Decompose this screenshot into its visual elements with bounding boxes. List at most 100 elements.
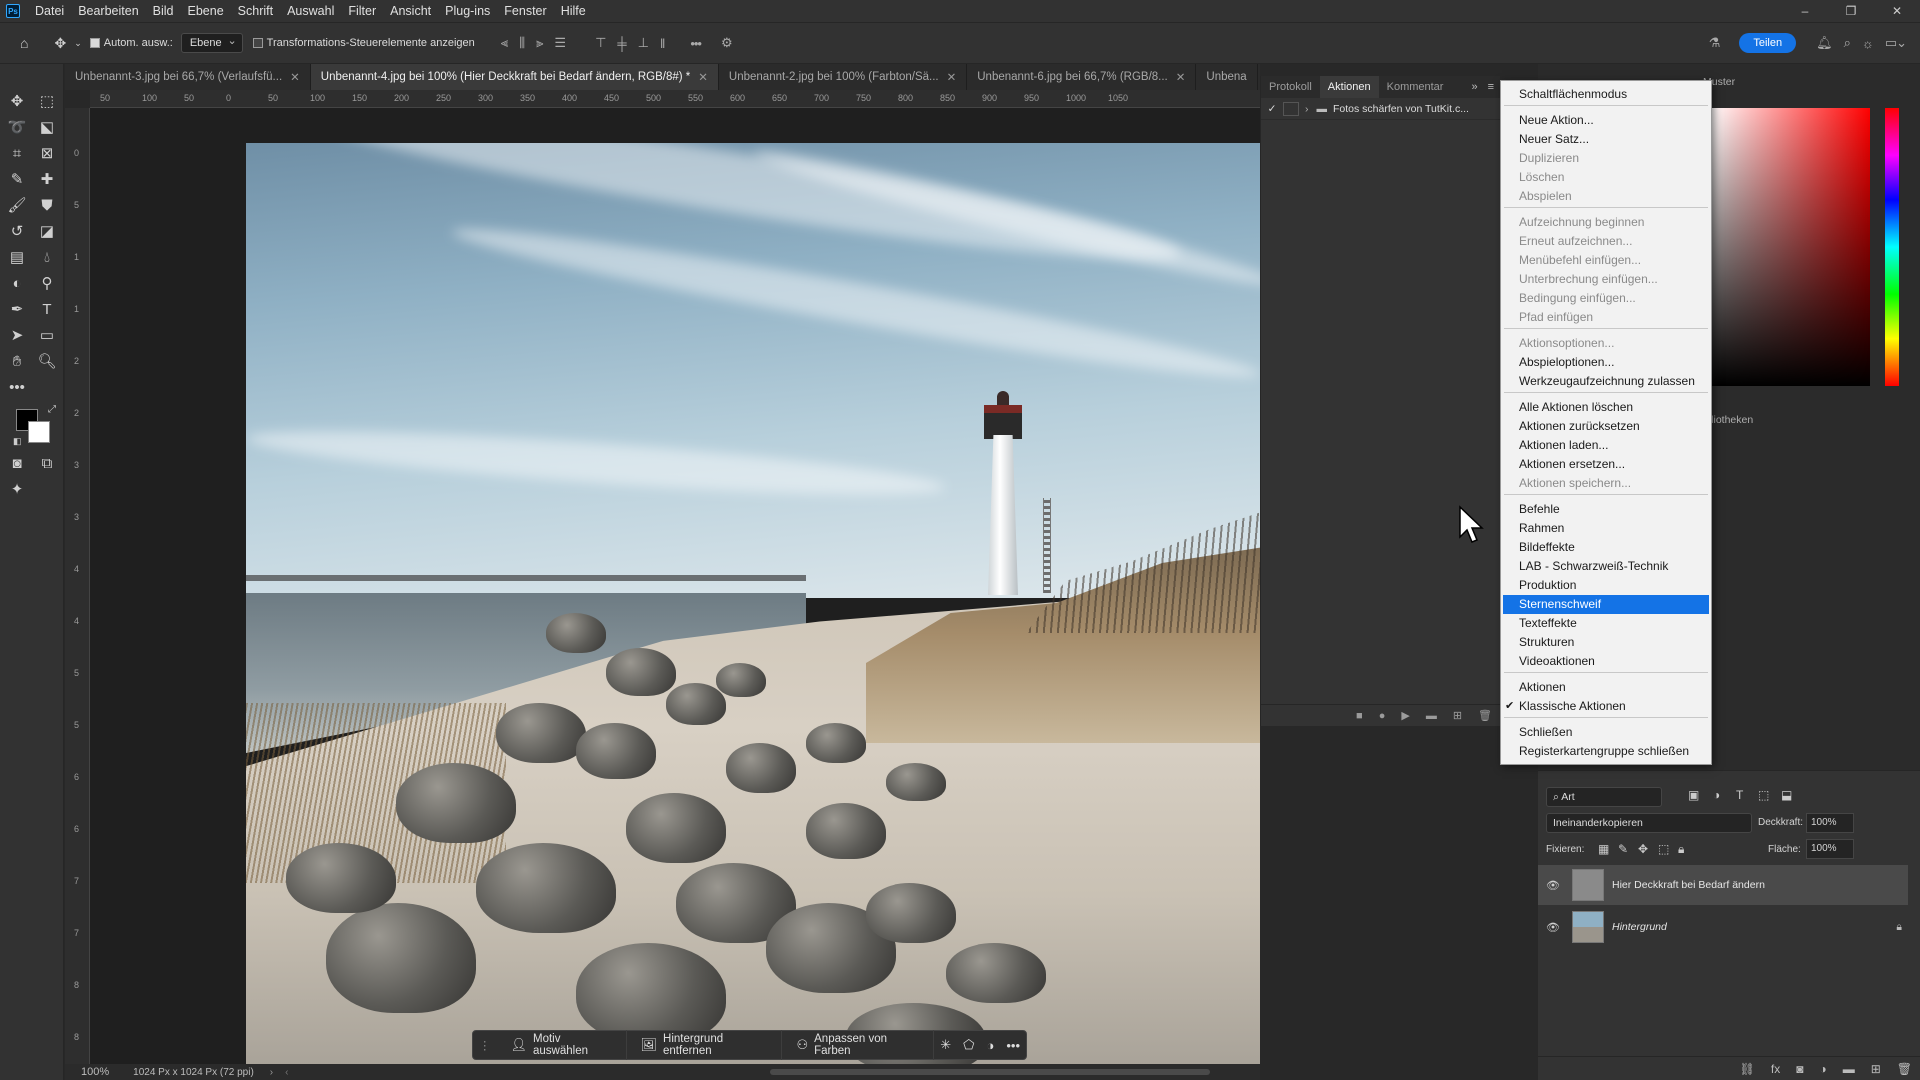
lock-position-icon[interactable]: ✥ (1638, 842, 1648, 856)
settings-gear-icon[interactable]: ⚙ (721, 35, 733, 51)
swap-colors-icon[interactable]: ⤢ (48, 404, 56, 415)
minimize-button[interactable]: – (1782, 0, 1828, 22)
close-window-button[interactable]: ✕ (1874, 0, 1920, 22)
filter-type-icon[interactable]: T (1736, 788, 1743, 802)
align-top-icon[interactable]: ⊤ (595, 35, 606, 51)
blur-tool-icon[interactable]: 💧︎ (34, 246, 60, 270)
adjust-colors-button[interactable]: ⚇ Anpassen von Farben (782, 1030, 935, 1060)
menu-item-produktion[interactable]: Produktion (1501, 576, 1711, 595)
align-middle-v-icon[interactable]: ╪ (617, 36, 626, 51)
auto-select-checkbox[interactable] (89, 38, 100, 48)
menu-item-aktionen[interactable]: Aktionen (1501, 678, 1711, 697)
menu-plugins[interactable]: Plug-ins (438, 0, 497, 22)
document-canvas[interactable] (90, 108, 1260, 1064)
more-icon[interactable]: ••• (1006, 1038, 1020, 1053)
tab-kommentar[interactable]: Kommentar (1379, 76, 1452, 98)
zoom-tool-icon[interactable]: 🔍︎ (34, 350, 60, 374)
close-tab-icon[interactable]: ✕ (947, 70, 957, 84)
crop-tool-icon[interactable]: ⌗ (4, 142, 30, 166)
action-set-row[interactable]: ✓ › ▬ Fotos schärfen von TutKit.c... (1261, 98, 1500, 120)
screen-mode-icon[interactable]: ⧉ (34, 452, 60, 476)
tab-unbenannt-3[interactable]: Unbenannt-3.jpg bei 66,7% (Verlaufsfü...… (65, 64, 311, 90)
rectangle-tool-icon[interactable]: ▭ (34, 324, 60, 348)
new-layer-icon[interactable]: ⊞ (1871, 1062, 1881, 1076)
transform-controls-checkbox[interactable] (252, 38, 263, 48)
history-brush-tool-icon[interactable]: ↺ (4, 220, 30, 244)
tab-protokoll[interactable]: Protokoll (1261, 76, 1320, 98)
remove-background-button[interactable]: 🖼︎ Hintergrund entfernen (627, 1030, 783, 1060)
expand-panel-icon[interactable]: » (1467, 81, 1481, 93)
menu-ansicht[interactable]: Ansicht (383, 0, 438, 22)
dialog-toggle-box[interactable] (1283, 101, 1299, 116)
sparkle-icon[interactable]: ✳ (940, 1037, 951, 1053)
menu-item-werkzeugaufzeichnung-zulassen[interactable]: Werkzeugaufzeichnung zulassen (1501, 372, 1711, 391)
align-center-h-icon[interactable]: ⫼ (519, 35, 525, 51)
menu-item-abspieloptionen[interactable]: Abspieloptionen... (1501, 353, 1711, 372)
more-options-icon[interactable]: ••• (690, 36, 702, 51)
workspace-switcher-icon[interactable]: ▭⌄ (1885, 35, 1907, 51)
layer-filter-dropdown[interactable]: ⌕ Art (1546, 787, 1662, 807)
quick-mask-icon[interactable]: ◙ (4, 452, 30, 476)
menu-item-aktionen-zurücksetzen[interactable]: Aktionen zurücksetzen (1501, 417, 1711, 436)
menu-auswahl[interactable]: Auswahl (280, 0, 341, 22)
home-icon[interactable]: ⌂ (20, 35, 28, 51)
menu-bearbeiten[interactable]: Bearbeiten (71, 0, 145, 22)
menu-item-lab-schwarzweiß-technik[interactable]: LAB - Schwarzweiß-Technik (1501, 557, 1711, 576)
adjustment-circle-icon[interactable]: ◑ (986, 1038, 994, 1053)
marquee-tool-icon[interactable]: ⬚ (34, 90, 60, 114)
status-arrow-icon[interactable]: › (270, 1067, 273, 1078)
align-bottom-icon[interactable]: ⊥ (638, 35, 649, 51)
lock-paint-icon[interactable]: ✎ (1618, 842, 1628, 856)
tab-unbenannt-overflow[interactable]: Unbena (1196, 64, 1258, 90)
muster-tab[interactable]: Muster (1703, 76, 1920, 98)
move-tool-icon[interactable]: ✥ (54, 35, 66, 52)
layer-row-selected[interactable]: 👁︎ Hier Deckkraft bei Bedarf ändern (1538, 865, 1908, 905)
close-tab-icon[interactable]: ✕ (290, 70, 300, 84)
drag-handle-icon[interactable]: ⋮ (479, 1038, 491, 1052)
menu-item-bildeffekte[interactable]: Bildeffekte (1501, 538, 1711, 557)
opacity-input[interactable]: 100% (1806, 813, 1854, 833)
menu-item-schaltflächenmodus[interactable]: Schaltflächenmodus (1501, 85, 1711, 104)
menu-item-neue-aktion[interactable]: Neue Aktion... (1501, 111, 1711, 130)
horizontal-scrollbar[interactable] (770, 1069, 1210, 1075)
lock-all-icon[interactable]: 🔒︎ (1678, 842, 1684, 857)
default-colors-icon[interactable]: ◧ (13, 436, 22, 447)
menu-item-registerkartengruppe-schließen[interactable]: Registerkartengruppe schließen (1501, 742, 1711, 761)
tab-unbenannt-4[interactable]: Unbenannt-4.jpg bei 100% (Hier Deckkraft… (310, 64, 719, 90)
close-tab-icon[interactable]: ✕ (1176, 70, 1186, 84)
transform-icon[interactable]: ⬠ (963, 1037, 974, 1053)
visibility-eye-icon[interactable]: 👁︎ (1538, 921, 1568, 934)
menu-item-aktionen-ersetzen[interactable]: Aktionen ersetzen... (1501, 455, 1711, 474)
distribute-horizontal-icon[interactable]: ‖ (660, 36, 665, 51)
menu-ebene[interactable]: Ebene (181, 0, 231, 22)
notifications-bell-icon[interactable]: 🔔︎ (1816, 35, 1832, 51)
link-layers-icon[interactable]: ⛓ (1740, 1062, 1755, 1076)
tab-unbenannt-2[interactable]: Unbenannt-2.jpg bei 100% (Farbton/Sä... ✕ (719, 64, 968, 90)
panel-menu-icon[interactable]: ≡ (1482, 81, 1500, 93)
menu-item-schließen[interactable]: Schließen (1501, 723, 1711, 742)
tab-unbenannt-6[interactable]: Unbenannt-6.jpg bei 66,7% (RGB/8... ✕ (967, 64, 1197, 90)
hue-slider[interactable] (1885, 108, 1899, 386)
expand-chevron-icon[interactable]: › (1305, 103, 1309, 115)
new-group-icon[interactable]: ▬ (1843, 1062, 1855, 1076)
filter-pixel-icon[interactable]: ▣ (1688, 788, 1699, 802)
menu-item-befehle[interactable]: Befehle (1501, 500, 1711, 519)
add-mask-icon[interactable]: ◙ (1796, 1062, 1803, 1076)
tab-aktionen[interactable]: Aktionen (1319, 76, 1379, 98)
generative-fill-icon[interactable]: ✦ (4, 478, 30, 502)
distribute-vertical-icon[interactable]: ☰ (554, 35, 566, 51)
dodge-tool-icon[interactable]: ◐ (4, 272, 30, 296)
lighthouse-beach-photo[interactable] (246, 143, 1260, 1064)
delete-trash-icon[interactable]: 🗑︎ (1478, 709, 1492, 722)
type-tool-icon[interactable]: T (34, 298, 60, 322)
menu-item-texteffekte[interactable]: Texteffekte (1501, 614, 1711, 633)
fill-input[interactable]: 100% (1806, 839, 1854, 859)
magnify-lens-icon[interactable]: ⚲ (34, 272, 60, 296)
record-icon[interactable]: ● (1379, 710, 1386, 722)
menu-item-klassische-aktionen[interactable]: ✔ Klassische Aktionen (1501, 697, 1711, 716)
move-tool-icon[interactable]: ✥ (4, 90, 30, 114)
zoom-level[interactable]: 100% (81, 1066, 109, 1078)
stop-icon[interactable]: ■ (1356, 710, 1363, 722)
gradient-tool-icon[interactable]: ▤ (4, 246, 30, 270)
menu-item-aktionen-laden[interactable]: Aktionen laden... (1501, 436, 1711, 455)
